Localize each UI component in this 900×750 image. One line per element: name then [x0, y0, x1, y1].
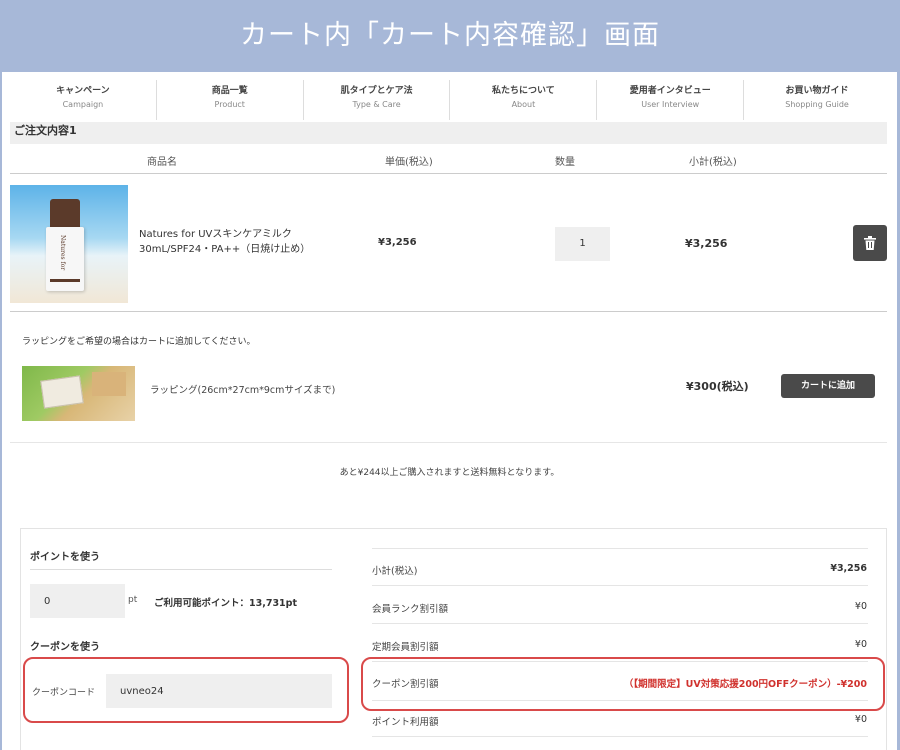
nav-label: 商品一覧	[211, 86, 248, 96]
divider	[372, 548, 868, 549]
cart-item-row: Natures for Natures for UVスキンケアミルク 30mL/…	[10, 175, 887, 312]
nav-sublabel: User Interview	[641, 100, 700, 109]
cart-screen: キャンペーン Campaign 商品一覧 Product 肌タイプとケア法 Type …	[2, 72, 897, 750]
points-used-value: ¥0	[854, 714, 867, 725]
bottle-cap	[50, 199, 80, 229]
nav-sublabel: Type & Care	[352, 100, 401, 109]
rank-discount-value: ¥0	[854, 601, 867, 612]
points-title: ポイントを使う	[30, 552, 100, 563]
wrapping-name: ラッピング(26cm*27cm*9cmサイズまで)	[150, 385, 336, 396]
wrapping-box-kraft	[92, 372, 126, 396]
nav-label: お買い物ガイド	[785, 86, 849, 96]
divider	[10, 442, 887, 443]
free-shipping-note: あと¥244以上ご購入されますと送料無料となります。	[339, 468, 560, 478]
nav-item-campaign[interactable]: キャンペーン Campaign	[10, 80, 157, 120]
add-wrapping-button[interactable]: カートに追加	[781, 374, 875, 398]
header-quantity: 数量	[555, 157, 575, 168]
nav-sublabel: Shopping Guide	[785, 100, 849, 109]
page-banner: カート内「カート内容確認」画面	[0, 0, 900, 72]
subtotal-label: 小計(税込)	[372, 566, 418, 577]
divider	[372, 736, 868, 737]
divider	[372, 623, 868, 624]
unit-price: ¥3,256	[378, 237, 417, 248]
nav-label: 私たちについて	[492, 86, 555, 96]
points-input[interactable]	[30, 584, 125, 618]
header-unit-price: 単価(税込)	[385, 157, 433, 168]
nav-sublabel: Campaign	[62, 100, 104, 109]
nav-item-type-care[interactable]: 肌タイプとケア法 Type & Care	[304, 80, 451, 120]
wrapping-price: ¥300(税込)	[686, 380, 749, 393]
rank-discount-label: 会員ランク割引額	[372, 604, 449, 615]
nav-sublabel: Product	[214, 100, 245, 109]
wrapping-image	[22, 366, 135, 421]
points-used-label: ポイント利用額	[372, 717, 439, 728]
nav-item-shopping-guide[interactable]: お買い物ガイド Shopping Guide	[744, 80, 890, 120]
global-nav: キャンペーン Campaign 商品一覧 Product 肌タイプとケア法 Type …	[10, 80, 890, 120]
nav-item-product[interactable]: 商品一覧 Product	[157, 80, 304, 120]
coupon-discount-highlight-frame	[361, 657, 885, 711]
product-image[interactable]: Natures for	[10, 185, 128, 303]
coupon-title: クーポンを使う	[30, 642, 100, 653]
divider	[372, 585, 868, 586]
nav-sublabel: About	[511, 100, 536, 109]
divider	[372, 700, 868, 701]
nav-label: キャンペーン	[56, 86, 110, 96]
quantity-field[interactable]: 1	[555, 227, 610, 261]
subtotal-value: ¥3,256	[830, 563, 867, 574]
wrapping-note: ラッピングをご希望の場合はカートに追加してください。	[22, 337, 256, 347]
delete-item-button[interactable]	[853, 225, 887, 261]
nav-label: 愛用者インタビュー	[629, 86, 711, 96]
cart-table-header: 商品名 単価(税込) 数量 小計(税込)	[10, 144, 887, 174]
product-name[interactable]: Natures for UVスキンケアミルク 30mL/SPF24・PA++（日…	[139, 227, 354, 257]
points-unit: pt	[128, 595, 138, 605]
nav-label: 肌タイプとケア法	[340, 86, 413, 96]
divider	[30, 569, 332, 570]
header-product: 商品名	[147, 157, 177, 168]
header-subtotal: 小計(税込)	[689, 157, 737, 168]
regular-discount-label: 定期会員割引額	[372, 642, 439, 653]
available-points: ご利用可能ポイント：13,731pt	[154, 598, 298, 609]
nav-item-about[interactable]: 私たちについて About	[450, 80, 598, 120]
nav-item-interview[interactable]: 愛用者インタビュー User Interview	[597, 80, 745, 120]
wrapping-box	[40, 375, 84, 409]
item-subtotal: ¥3,256	[685, 237, 728, 250]
coupon-code-label: クーポンコード	[32, 688, 96, 698]
regular-discount-value: ¥0	[854, 639, 867, 650]
coupon-code-input[interactable]	[106, 674, 332, 708]
trash-icon	[864, 236, 876, 250]
bottle-brand-text: Natures for	[59, 235, 66, 271]
bottle-label	[50, 279, 80, 282]
order-section-title: ご注文内容1	[10, 122, 887, 144]
